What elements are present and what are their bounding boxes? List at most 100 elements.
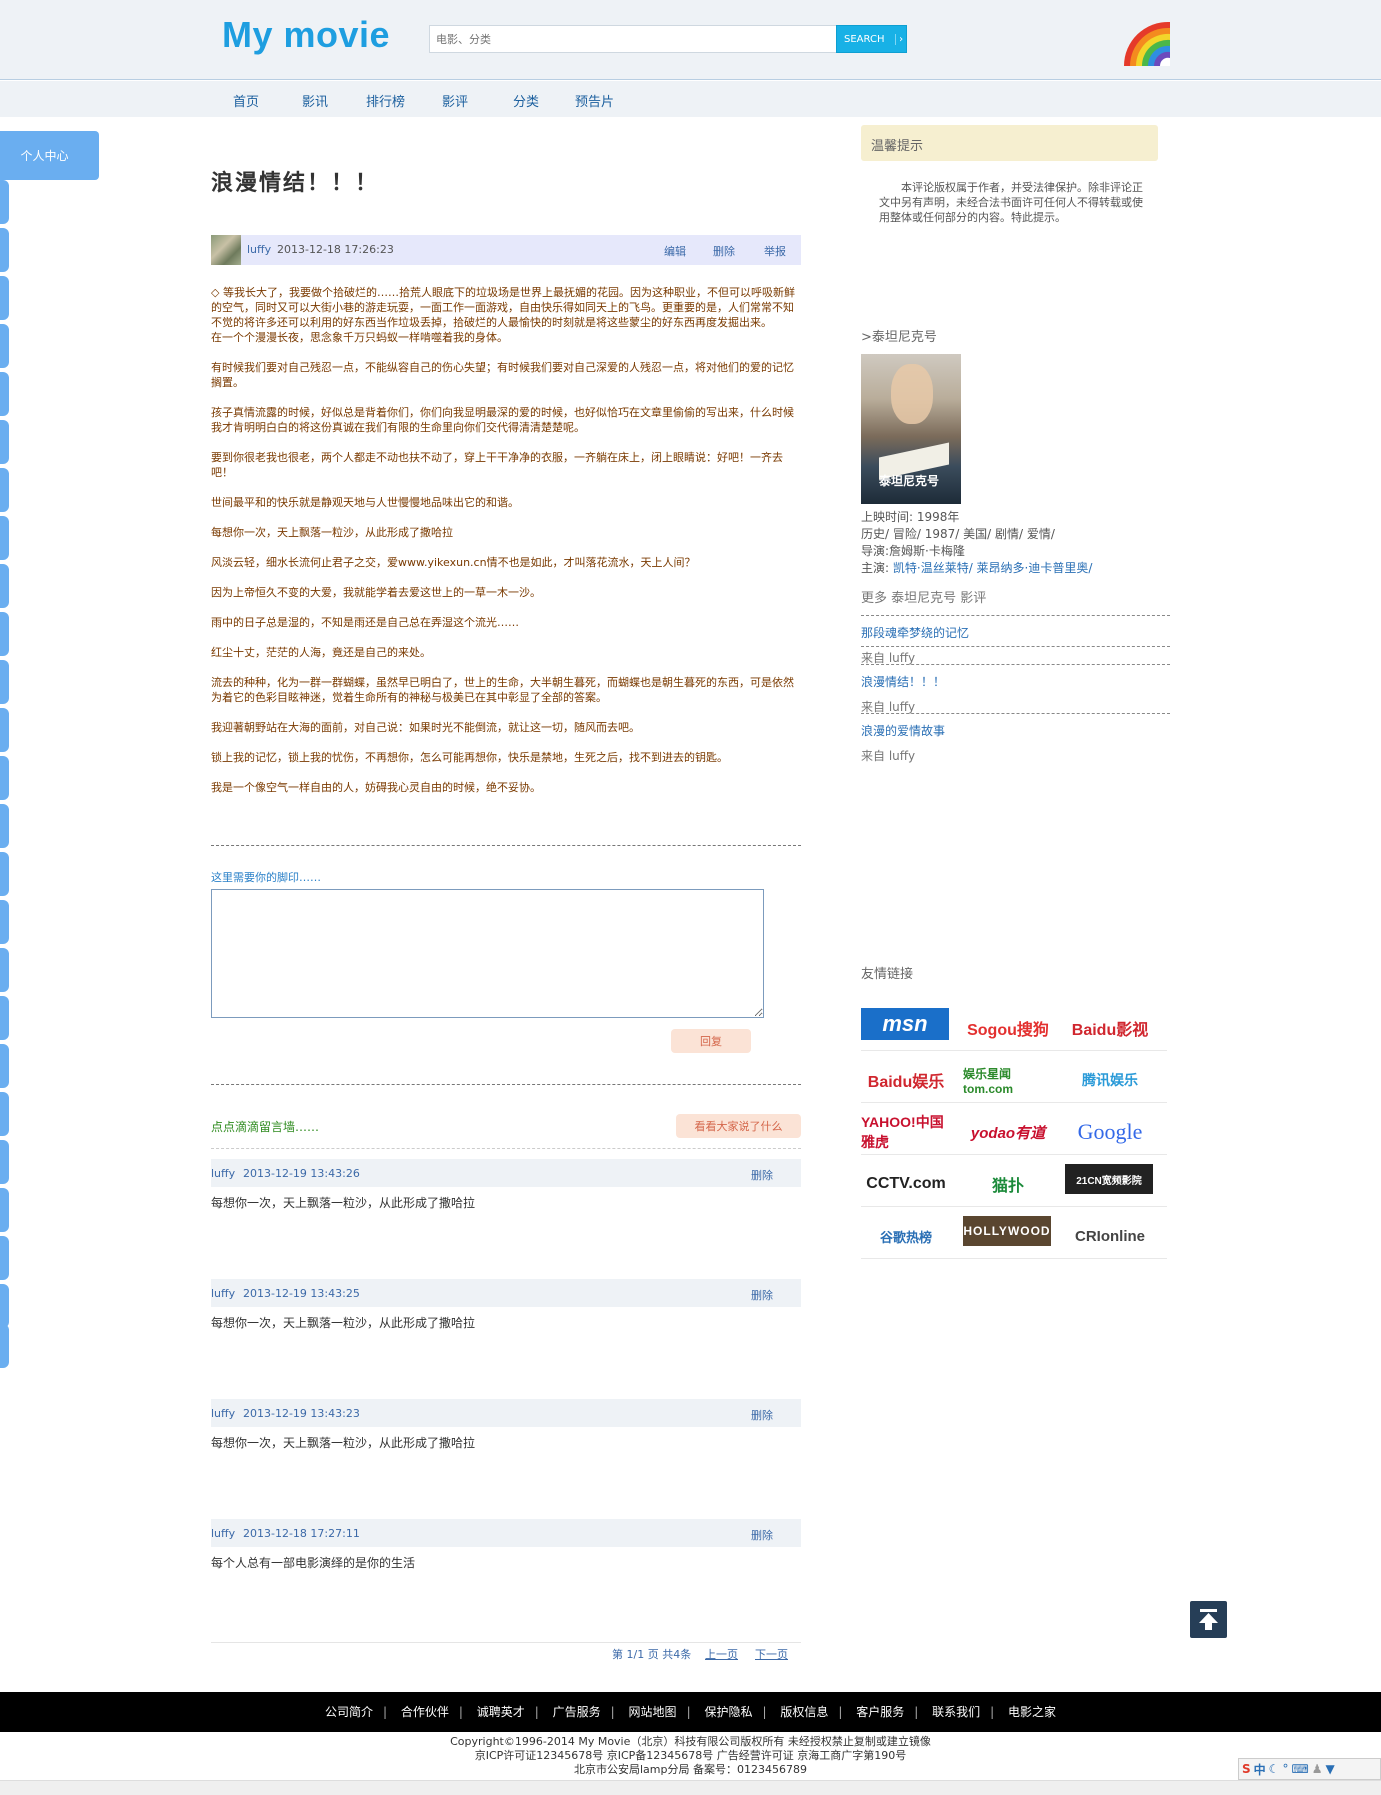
side-strip-segment[interactable] [0, 1236, 9, 1280]
side-strip-segment[interactable] [0, 900, 9, 944]
back-to-top-icon[interactable] [1190, 1601, 1227, 1638]
next-page-link[interactable]: 下一页 [755, 1646, 788, 1662]
side-strip-segment[interactable] [0, 324, 9, 368]
side-strip-segment[interactable] [0, 564, 9, 608]
punctuation-icon[interactable]: ° [1282, 1762, 1288, 1776]
search-input[interactable] [430, 26, 836, 52]
side-strip-segment[interactable] [0, 1324, 9, 1368]
side-strip-segment[interactable] [0, 516, 9, 560]
nav-item-news[interactable]: 影讯 [302, 91, 328, 110]
side-strip-segment[interactable] [0, 228, 9, 272]
baidu-ent-logo[interactable]: Baidu娱乐 [861, 1060, 951, 1100]
footer-link[interactable]: 网站地图 [629, 1705, 677, 1719]
side-strip-segment[interactable] [0, 948, 9, 992]
search-button[interactable]: SEARCH › [836, 25, 907, 53]
search-box[interactable] [429, 25, 837, 53]
related-review-link[interactable]: 那段魂牵梦绕的记忆 [861, 624, 969, 641]
side-strip-segment[interactable] [0, 1284, 9, 1328]
tom-logo[interactable]: 娱乐星闻 tom.com [963, 1060, 1053, 1100]
yodao-logo[interactable]: yodao有道 [963, 1112, 1053, 1152]
side-strip-segment[interactable] [0, 852, 9, 896]
article-paragraph: 我是一个像空气一样自由的人，妨碍我心灵自由的时候，绝不妥协。 [211, 781, 541, 794]
user-icon[interactable]: ♟ [1312, 1762, 1323, 1776]
comment-header: luffy 2013-12-19 13:43:25 删除 [211, 1279, 801, 1307]
reply-button[interactable]: 回复 [671, 1029, 751, 1053]
footer-link[interactable]: 电影之家 [1008, 1705, 1056, 1719]
side-strip-segment[interactable] [0, 612, 9, 656]
footer-link[interactable]: 保护隐私 [704, 1705, 752, 1719]
sogou-logo[interactable]: Sogou搜狗 [963, 1008, 1053, 1048]
movie-title-link[interactable]: >泰坦尼克号 [861, 326, 937, 345]
moon-icon[interactable]: ☾ [1269, 1762, 1280, 1776]
report-button[interactable]: 举报 [764, 243, 786, 259]
side-strip-segment[interactable] [0, 420, 9, 464]
article-paragraph: 要到你很老我也很老，两个人都走不动也扶不动了，穿上干干净净的衣服，一齐躺在床上，… [211, 451, 783, 479]
google-logo[interactable]: Google [1065, 1112, 1155, 1152]
cri-logo[interactable]: CRIonline [1065, 1216, 1155, 1256]
prev-page-link[interactable]: 上一页 [705, 1646, 738, 1662]
nav-item-ranking[interactable]: 排行榜 [366, 91, 405, 110]
comment-header: luffy 2013-12-19 13:43:23 删除 [211, 1399, 801, 1427]
footer-link[interactable]: 客户服务 [856, 1705, 904, 1719]
comment-delete-button[interactable]: 删除 [751, 1167, 773, 1183]
yahoo-logo[interactable]: YAHOO!中国雅虎 [861, 1112, 951, 1152]
divider [211, 1148, 801, 1149]
side-strip-segment[interactable] [0, 276, 9, 320]
comment-delete-button[interactable]: 删除 [751, 1287, 773, 1303]
side-strip-segment[interactable] [0, 1092, 9, 1136]
comment-author[interactable]: luffy [211, 1527, 235, 1540]
hollywood-logo[interactable]: HOLLYWOOD [963, 1216, 1051, 1246]
side-strip-segment[interactable] [0, 996, 9, 1040]
side-strip-segment[interactable] [0, 372, 9, 416]
comment-delete-button[interactable]: 删除 [751, 1407, 773, 1423]
msn-logo[interactable]: msn [861, 1008, 949, 1040]
footer-link[interactable]: 合作伙伴 [401, 1705, 449, 1719]
related-review-link[interactable]: 浪漫情结！！！ [861, 673, 945, 690]
google-hot-logo[interactable]: 谷歌热榜 [861, 1216, 951, 1256]
movie-poster[interactable]: 泰坦尼克号 [861, 354, 961, 504]
nav-item-category[interactable]: 分类 [513, 91, 539, 110]
footer-link[interactable]: 版权信息 [780, 1705, 828, 1719]
footer-link[interactable]: 公司简介 [325, 1705, 373, 1719]
side-strip-segment[interactable] [0, 1188, 9, 1232]
keyboard-icon[interactable]: ⌨ [1291, 1762, 1308, 1776]
footer-link[interactable]: 诚聘英才 [477, 1705, 525, 1719]
qq-ent-logo[interactable]: 腾讯娱乐 [1065, 1060, 1155, 1100]
edit-button[interactable]: 编辑 [664, 243, 686, 259]
nav-item-home[interactable]: 首页 [233, 91, 259, 110]
article-author[interactable]: luffy [247, 243, 271, 256]
comment-author[interactable]: luffy [211, 1167, 235, 1180]
side-strip-segment[interactable] [0, 1044, 9, 1088]
side-strip-segment[interactable] [0, 1140, 9, 1184]
side-strip-segment[interactable] [0, 660, 9, 704]
personal-center-tab[interactable]: 个人中心 [0, 131, 99, 180]
nav-item-trailer[interactable]: 预告片 [575, 91, 614, 110]
side-strip-segment[interactable] [0, 468, 9, 512]
comment-delete-button[interactable]: 删除 [751, 1527, 773, 1543]
related-review-link[interactable]: 浪漫的爱情故事 [861, 722, 945, 739]
comment-author[interactable]: luffy [211, 1287, 235, 1300]
side-strip-segment[interactable] [0, 708, 9, 752]
cast-links[interactable]: 凯特·温丝莱特/ 莱昂纳多·迪卡普里奥/ [893, 561, 1093, 575]
side-strip-segment[interactable] [0, 756, 9, 800]
pagination: 第 1/1 页 共4条 上一页 下一页 [211, 1642, 801, 1661]
reply-textarea[interactable] [211, 889, 764, 1018]
21cn-logo[interactable]: 21CN宽频影院 [1065, 1164, 1153, 1194]
skin-icon[interactable]: ▼ [1326, 1762, 1335, 1776]
cctv-logo[interactable]: CCTV.com [861, 1164, 951, 1204]
view-messages-button[interactable]: 看看大家说了什么 [676, 1114, 801, 1138]
mop-logo[interactable]: 猫扑 [963, 1164, 1053, 1204]
ime-toolbar[interactable]: S 中 ☾ ° ⌨ ♟ ▼ [1238, 1758, 1381, 1780]
baidu-video-logo[interactable]: Baidu影视 [1065, 1008, 1155, 1048]
footer-link[interactable]: 广告服务 [553, 1705, 601, 1719]
nav-item-reviews[interactable]: 影评 [442, 91, 468, 110]
footer-link[interactable]: 联系我们 [932, 1705, 980, 1719]
avatar[interactable] [211, 235, 241, 265]
site-logo[interactable]: My movie [222, 14, 390, 56]
comment-author[interactable]: luffy [211, 1407, 235, 1420]
ime-mode-label[interactable]: 中 [1254, 1761, 1266, 1778]
delete-button[interactable]: 删除 [713, 243, 735, 259]
side-strip-segment[interactable] [0, 804, 9, 848]
side-strip-segment[interactable] [0, 180, 9, 224]
